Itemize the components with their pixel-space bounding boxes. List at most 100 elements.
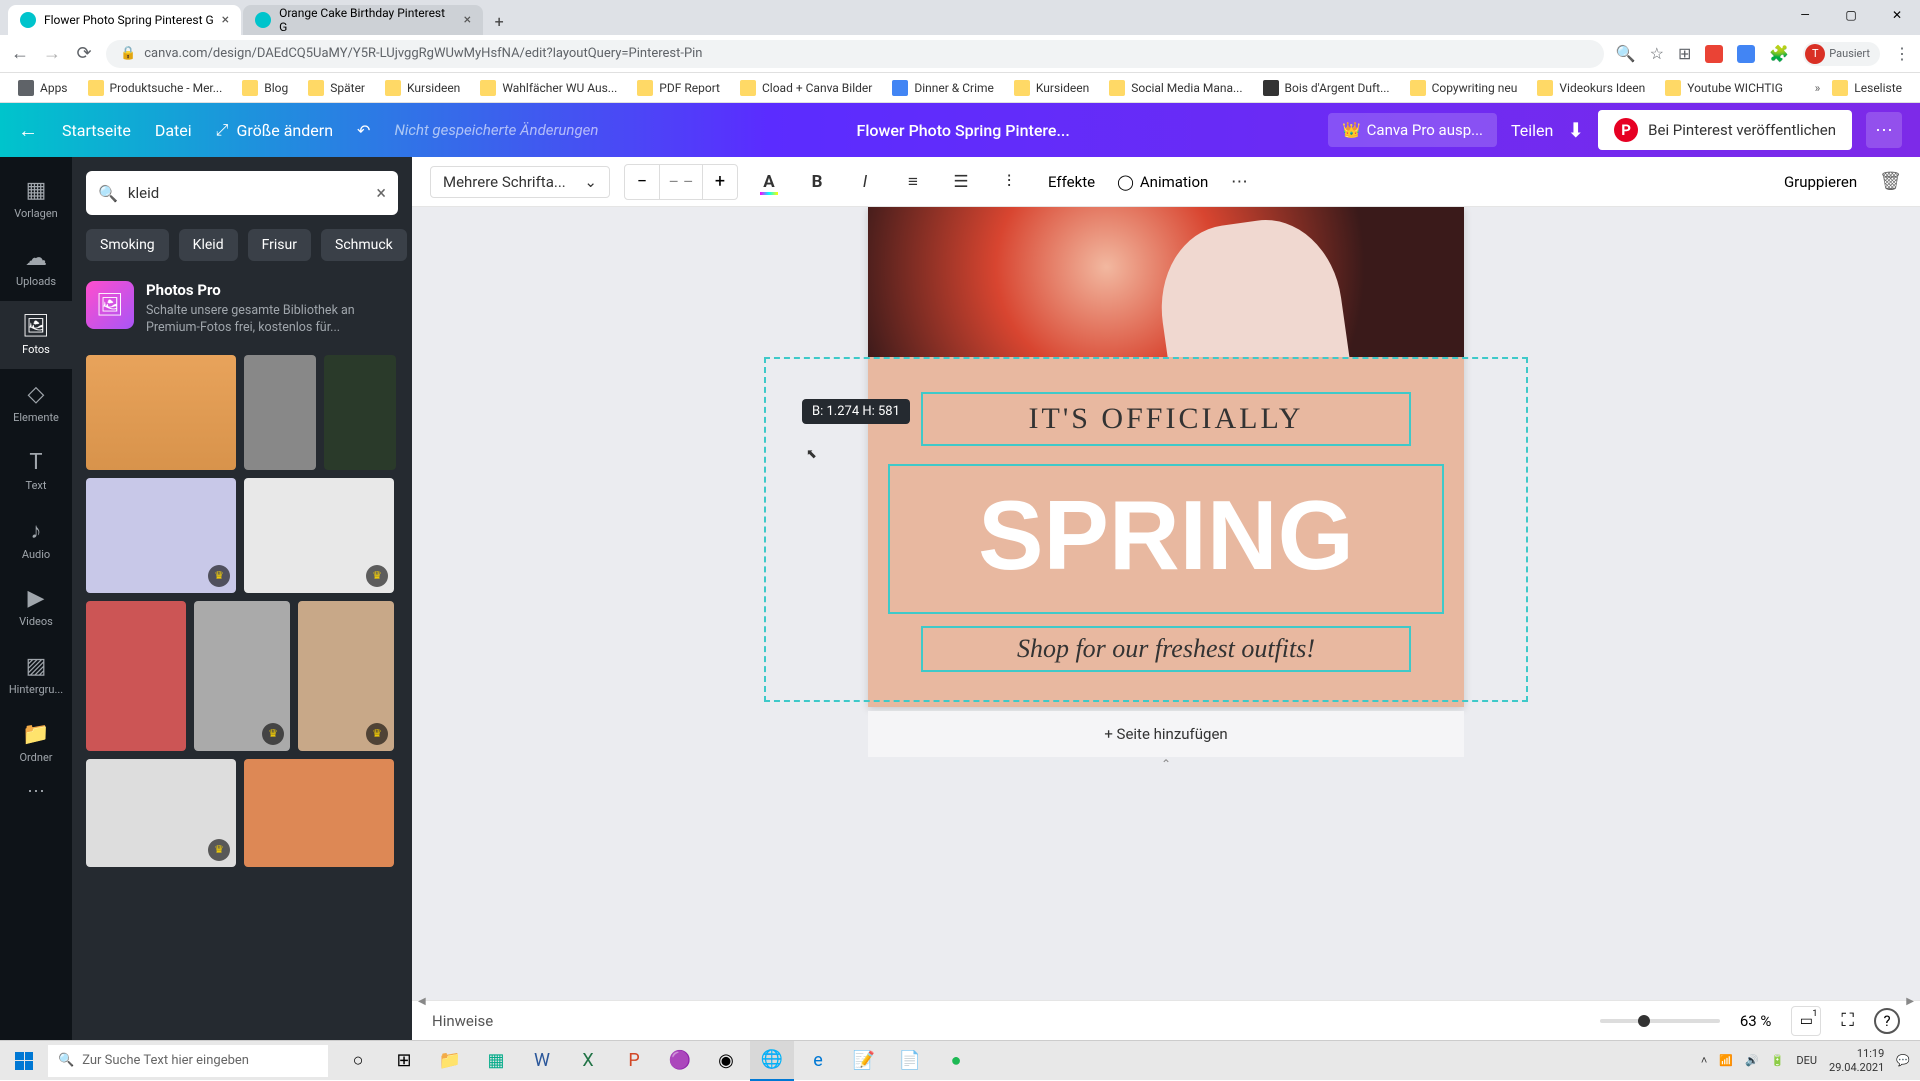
extension-icon[interactable] [1737, 45, 1755, 63]
bookmark-item[interactable]: Blog [234, 76, 296, 100]
delete-button[interactable]: 🗑 [1879, 171, 1902, 192]
bookmark-item[interactable]: Kursideen [377, 76, 468, 100]
clock[interactable]: 11:19 29.04.2021 [1829, 1047, 1884, 1073]
canvas-viewport[interactable]: IT'S OFFICIALLY SPRING Shop for our fres… [412, 207, 1920, 1000]
horizontal-scrollbar[interactable]: ◀ ▶ [412, 996, 1920, 1006]
close-icon[interactable]: × [464, 12, 471, 28]
notes-button[interactable]: Hinweise [432, 1012, 493, 1030]
hero-image[interactable] [868, 207, 1464, 357]
share-button[interactable]: Teilen [1511, 121, 1553, 140]
rail-more[interactable]: ⋯ [27, 781, 45, 802]
bookmark-item[interactable]: Youtube WICHTIG [1657, 76, 1791, 100]
user-profile-chip[interactable]: T Pausiert [1803, 42, 1880, 66]
download-button[interactable]: ⬇ [1567, 118, 1584, 142]
volume-icon[interactable]: 🔊 [1745, 1054, 1759, 1067]
bookmark-item[interactable]: Dinner & Crime [884, 76, 1002, 100]
photo-result[interactable]: ♛ [86, 759, 236, 867]
photo-result[interactable] [324, 355, 396, 470]
file-menu[interactable]: Datei [155, 121, 192, 140]
zoom-slider[interactable] [1600, 1019, 1720, 1023]
bookmark-item[interactable]: Bois d'Argent Duft... [1255, 76, 1398, 100]
zoom-knob[interactable] [1638, 1015, 1650, 1027]
publish-pinterest-button[interactable]: P Bei Pinterest veröffentlichen [1598, 110, 1852, 150]
taskview-button[interactable]: ⊞ [382, 1041, 426, 1081]
clear-icon[interactable]: × [376, 183, 386, 204]
spacing-button[interactable]: ⫶ [992, 165, 1026, 199]
back-button[interactable]: ← [10, 43, 30, 64]
maximize-button[interactable]: ▢ [1828, 0, 1874, 30]
decrease-size-button[interactable]: − [625, 165, 659, 199]
more-button[interactable]: ⋯ [1222, 165, 1256, 199]
photo-result[interactable] [86, 355, 236, 470]
design-page[interactable]: IT'S OFFICIALLY SPRING Shop for our fres… [868, 207, 1464, 707]
pill-item[interactable]: Kleid [179, 229, 238, 261]
spotify-app[interactable]: ● [934, 1041, 978, 1081]
pill-item[interactable]: Smoking [86, 229, 169, 261]
text-heading-1[interactable]: IT'S OFFICIALLY [921, 392, 1410, 446]
word-app[interactable]: W [520, 1041, 564, 1081]
rail-templates[interactable]: ▦Vorlagen [0, 165, 72, 233]
bookmark-item[interactable]: Copywriting neu [1402, 76, 1526, 100]
rail-photos[interactable]: 🖼Fotos [0, 301, 72, 369]
page-handle[interactable]: ⌃ [868, 757, 1464, 771]
url-input[interactable]: 🔒 canva.com/design/DAEdCQ5UaMY/Y5R-LUjvg… [106, 40, 1604, 68]
help-button[interactable]: ? [1874, 1008, 1900, 1034]
zoom-percent[interactable]: 63 % [1740, 1012, 1772, 1030]
zoom-icon[interactable]: 🔍 [1616, 44, 1636, 63]
photos-pro-card[interactable]: 🖼 Photos Pro Schalte unsere gesamte Bibl… [86, 281, 398, 337]
bold-button[interactable]: B [800, 165, 834, 199]
photo-result[interactable]: ♛ [244, 478, 394, 593]
battery-icon[interactable]: 🔋 [1771, 1054, 1785, 1067]
text-heading-2[interactable]: SPRING [888, 464, 1444, 614]
page-body[interactable]: IT'S OFFICIALLY SPRING Shop for our fres… [868, 357, 1464, 707]
page-view-button[interactable]: ▭1 [1791, 1006, 1821, 1036]
chrome-menu-icon[interactable]: ⋮ [1894, 44, 1910, 63]
effects-button[interactable]: Effekte [1040, 173, 1103, 191]
photo-result[interactable]: ♛ [298, 601, 394, 751]
bookmark-item[interactable]: Leseliste [1824, 76, 1910, 100]
scroll-left-icon[interactable]: ◀ [418, 996, 426, 1007]
rail-background[interactable]: ▨Hintergru... [0, 641, 72, 709]
new-tab-button[interactable]: + [485, 7, 513, 35]
group-button[interactable]: Gruppieren [1776, 173, 1865, 191]
search-input[interactable] [128, 184, 366, 202]
taskbar-search[interactable]: 🔍Zur Suche Text hier eingeben [48, 1045, 328, 1077]
canva-pro-button[interactable]: 👑Canva Pro ausp... [1328, 113, 1497, 147]
back-icon[interactable]: ← [18, 118, 38, 143]
undo-button[interactable]: ↶ [357, 121, 370, 140]
minimize-button[interactable]: — [1782, 0, 1828, 30]
bookmark-item[interactable]: Cload + Canva Bilder [732, 76, 880, 100]
fullscreen-button[interactable]: ⛶ [1841, 1010, 1854, 1031]
align-button[interactable]: ≡ [896, 165, 930, 199]
bookmark-item[interactable]: Videokurs Ideen [1529, 76, 1653, 100]
photo-result[interactable] [244, 759, 394, 867]
bookmarks-overflow[interactable]: » [1815, 81, 1821, 95]
forward-button[interactable]: → [42, 43, 62, 64]
photo-result[interactable]: ♛ [86, 478, 236, 593]
excel-app[interactable]: X [566, 1041, 610, 1081]
edge-app[interactable]: e [796, 1041, 840, 1081]
extension-icon[interactable]: ⊞ [1678, 44, 1691, 63]
cortana-button[interactable]: ○ [336, 1041, 380, 1081]
browser-tab-inactive[interactable]: Orange Cake Birthday Pinterest G × [243, 5, 483, 35]
app-icon[interactable]: 🟣 [658, 1041, 702, 1081]
tray-chevron-icon[interactable]: ˄ [1701, 1054, 1707, 1067]
rail-folders[interactable]: 📁Ordner [0, 709, 72, 777]
add-page-button[interactable]: + Seite hinzufügen [868, 711, 1464, 757]
language-indicator[interactable]: DEU [1796, 1054, 1817, 1067]
extensions-menu-icon[interactable]: 🧩 [1769, 44, 1789, 63]
extension-icon[interactable] [1705, 45, 1723, 63]
rail-text[interactable]: TText [0, 437, 72, 505]
bookmark-item[interactable]: Social Media Mana... [1101, 76, 1250, 100]
more-menu-button[interactable]: ⋯ [1866, 112, 1902, 148]
explorer-app[interactable]: 📁 [428, 1041, 472, 1081]
bookmark-item[interactable]: Kursideen [1006, 76, 1097, 100]
increase-size-button[interactable]: + [703, 165, 737, 199]
app-icon[interactable]: ◉ [704, 1041, 748, 1081]
start-button[interactable] [0, 1041, 48, 1081]
rail-elements[interactable]: ◇Elemente [0, 369, 72, 437]
text-heading-3[interactable]: Shop for our freshest outfits! [921, 626, 1410, 672]
rail-audio[interactable]: ♪Audio [0, 505, 72, 573]
chrome-app[interactable]: 🌐 [750, 1041, 794, 1081]
scroll-right-icon[interactable]: ▶ [1906, 996, 1914, 1007]
